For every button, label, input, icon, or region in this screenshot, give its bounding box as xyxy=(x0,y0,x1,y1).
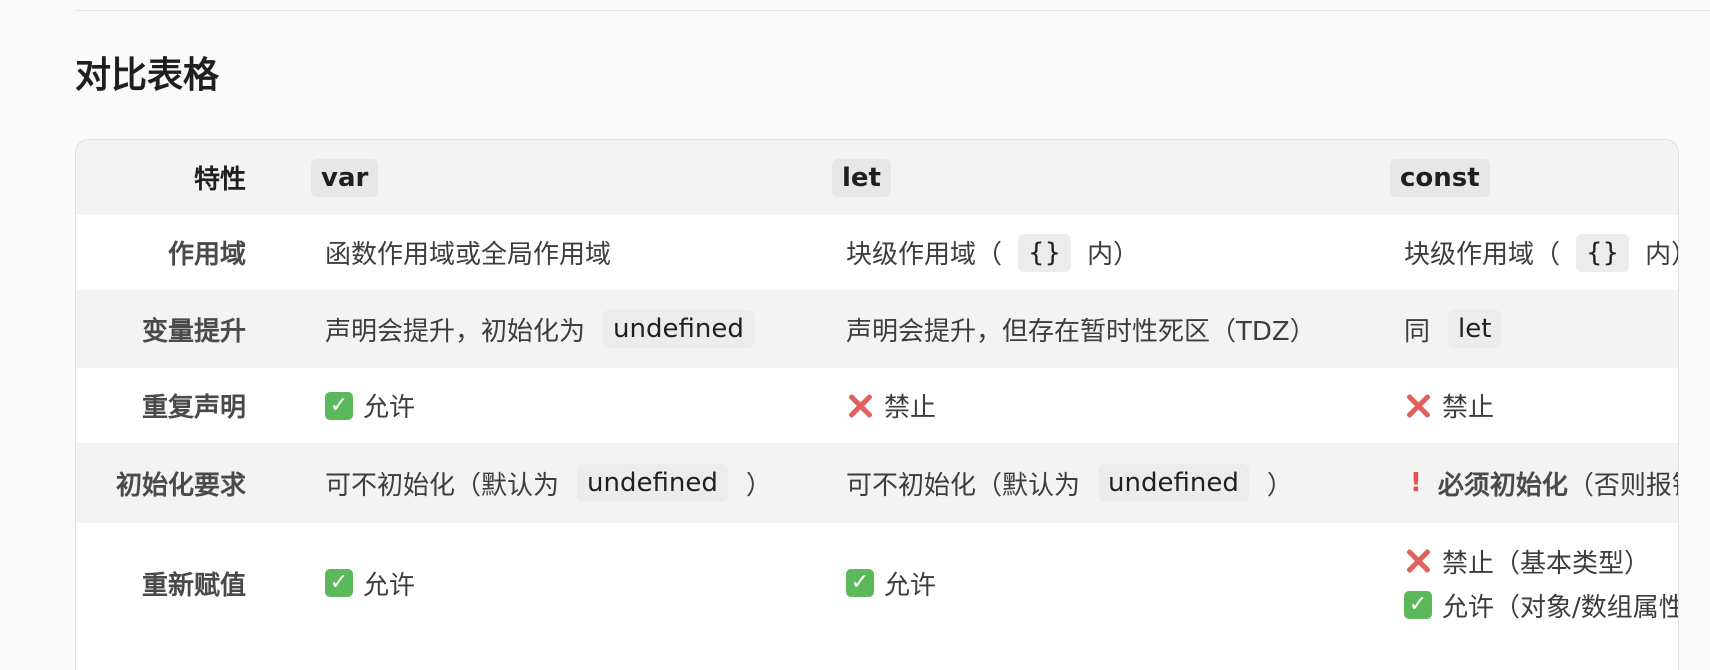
check-icon: ✓ xyxy=(846,569,874,597)
header-feature-label: 特性 xyxy=(193,165,246,195)
row-feature-label: 变量提升 xyxy=(76,290,246,368)
check-icon: ✓ xyxy=(325,391,353,420)
table-body: 特性 var let const 作用域 函数作用域或全局作用域 块级作用域（ … xyxy=(76,140,1678,643)
inline-code: let xyxy=(1448,310,1502,348)
inline-code: undefined xyxy=(603,310,754,348)
check-icon: ✓ xyxy=(1404,591,1432,619)
cell-text: 声明会提升，但存在暂时性死区（TDZ） xyxy=(846,316,1316,347)
header-var: var xyxy=(311,140,396,215)
cell-strong-text: 必须初始化 xyxy=(1437,470,1568,501)
header-const-code: const xyxy=(1390,158,1490,197)
inline-code: {} xyxy=(1576,233,1630,272)
cell-text: 块级作用域（ xyxy=(846,240,1003,270)
const-cell: 块级作用域（ {} 内） xyxy=(1404,215,1678,290)
cell-text: ） xyxy=(1266,470,1293,501)
table-row: 重复声明 ✓ 允许 禁止 禁止 xyxy=(76,368,1678,443)
cell-text: 内） xyxy=(1645,240,1678,270)
cell-text: 同 xyxy=(1404,316,1431,347)
row-feature-label: 初始化要求 xyxy=(76,443,246,523)
header-let: let xyxy=(832,140,909,215)
inline-code: undefined xyxy=(1098,464,1249,502)
comparison-table: 特性 var let const 作用域 函数作用域或全局作用域 块级作用域（ … xyxy=(75,139,1679,670)
cell-text: 可不初始化（默认为 xyxy=(325,470,560,501)
var-cell: 函数作用域或全局作用域 xyxy=(325,215,611,290)
cell-text: 禁止（基本类型） xyxy=(1442,548,1651,579)
cell-text: 允许 xyxy=(363,393,416,423)
cell-text: 函数作用域或全局作用域 xyxy=(325,240,612,270)
cross-icon xyxy=(846,392,874,420)
feature-text: 变量提升 xyxy=(141,316,246,347)
cell-text: 允许（对象/数组属性修改） xyxy=(1442,592,1678,623)
cell-text: 内） xyxy=(1087,240,1140,270)
cell-text: 可不初始化（默认为 xyxy=(846,470,1081,501)
exclamation-icon: ! xyxy=(1410,468,1422,498)
row-feature-label: 作用域 xyxy=(76,215,246,290)
cell-text: 块级作用域（ xyxy=(1404,240,1561,270)
var-cell: ✓ 允许 xyxy=(325,523,415,643)
feature-text: 重新赋值 xyxy=(141,570,246,601)
let-cell: 禁止 xyxy=(846,368,936,443)
table-row: 重新赋值 ✓ 允许 ✓ 允许 禁止（基本类型） ✓ 允许（对象/数组属 xyxy=(76,523,1678,643)
cell-text: ） xyxy=(745,470,772,501)
let-cell: 声明会提升，但存在暂时性死区（TDZ） xyxy=(846,290,1316,368)
var-cell: 声明会提升，初始化为 undefined xyxy=(325,290,772,368)
table-header-row: 特性 var let const xyxy=(76,140,1678,215)
cell-text: 声明会提升，初始化为 xyxy=(325,316,586,347)
let-cell: 块级作用域（ {} 内） xyxy=(846,215,1139,290)
cell-text: （否则报错） xyxy=(1567,470,1678,501)
const-cell: 同 let xyxy=(1404,290,1519,368)
section-title: 对比表格 xyxy=(75,55,220,96)
feature-text: 作用域 xyxy=(167,240,246,270)
cell-text: 允许 xyxy=(363,570,416,601)
header-feature: 特性 xyxy=(76,140,246,215)
cell-text: 允许 xyxy=(884,570,937,601)
check-icon: ✓ xyxy=(325,569,353,597)
table-row: 初始化要求 可不初始化（默认为 undefined ） 可不初始化（默认为 un… xyxy=(76,443,1678,523)
divider xyxy=(75,10,1710,11)
header-let-code: let xyxy=(832,158,891,197)
inline-code: {} xyxy=(1018,233,1072,272)
feature-text: 初始化要求 xyxy=(115,470,246,501)
table-row: 变量提升 声明会提升，初始化为 undefined 声明会提升，但存在暂时性死区… xyxy=(76,290,1678,368)
row-feature-label: 重复声明 xyxy=(76,368,246,443)
page: 对比表格 特性 var let const 作用域 函数作用域或全局作用域 块级… xyxy=(0,0,1710,670)
let-cell: 可不初始化（默认为 undefined ） xyxy=(846,443,1293,523)
const-cell: 禁止 xyxy=(1404,368,1494,443)
cell-text: 禁止 xyxy=(884,393,937,423)
var-cell: ✓ 允许 xyxy=(325,368,415,443)
row-feature-label: 重新赋值 xyxy=(76,523,246,643)
header-var-code: var xyxy=(311,158,379,197)
const-cell: 禁止（基本类型） ✓ 允许（对象/数组属性修改） xyxy=(1404,523,1678,643)
inline-code: undefined xyxy=(577,464,728,502)
const-cell: ! 必须初始化 （否则报错） xyxy=(1404,443,1678,523)
feature-text: 重复声明 xyxy=(141,393,246,423)
cross-icon xyxy=(1404,392,1432,420)
header-const: const xyxy=(1390,140,1508,215)
cell-text: 禁止 xyxy=(1442,393,1495,423)
cross-icon xyxy=(1404,547,1432,575)
var-cell: 可不初始化（默认为 undefined ） xyxy=(325,443,772,523)
table-row: 作用域 函数作用域或全局作用域 块级作用域（ {} 内） 块级作用域（ {} 内… xyxy=(76,215,1678,290)
let-cell: ✓ 允许 xyxy=(846,523,936,643)
